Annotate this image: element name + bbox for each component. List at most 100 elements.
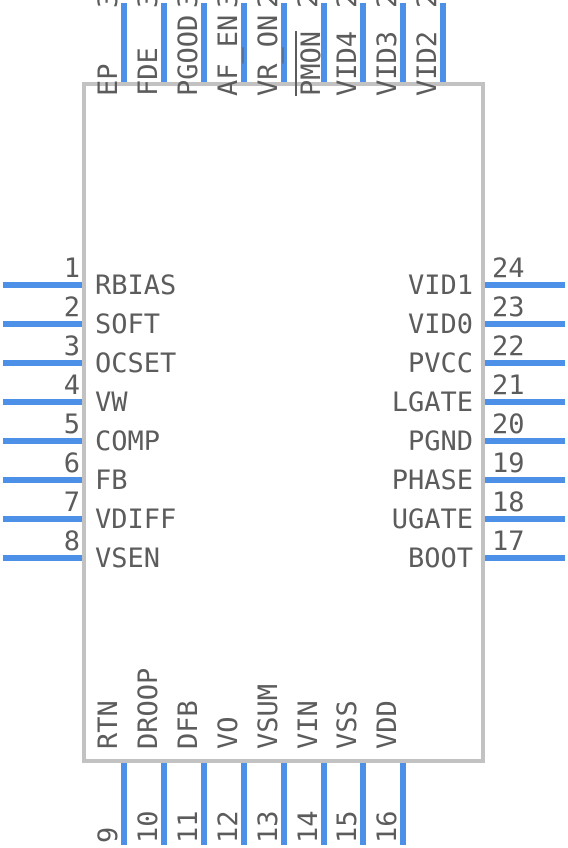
pin-number-20: 20 <box>492 409 525 440</box>
pin-label-text: PGND <box>407 426 473 457</box>
pin-name-VSEN: VSEN <box>95 545 160 572</box>
pin-name-VIN: VIN <box>292 700 324 749</box>
pin-name-VSUM: VSUM <box>252 683 284 749</box>
pin-label-text: VW <box>95 387 128 418</box>
pin-label-text: EP <box>93 63 124 96</box>
pin-label-text: PMON <box>294 30 327 96</box>
pin-label-text: VSS <box>332 700 364 749</box>
pin-name-VDD: VDD <box>372 700 404 749</box>
pin-label-text: VR_ON <box>252 14 284 96</box>
pin-name-EP: EP <box>93 63 124 96</box>
pin-number-22: 22 <box>492 331 525 362</box>
pin-number-26: 26 <box>372 0 403 8</box>
pin-number-24: 24 <box>492 253 525 284</box>
pin-label-text: FDE <box>132 47 164 96</box>
pin-number-21: 21 <box>492 370 525 401</box>
pin-name-VDIFF: VDIFF <box>95 506 176 533</box>
pin-label-text: DROOP <box>132 667 164 749</box>
pin-name-BOOT: BOOT <box>408 545 473 572</box>
pin-name-VID1: VID1 <box>408 272 473 299</box>
pin-label-text: BOOT <box>407 543 473 574</box>
pin-number-14: 14 <box>292 810 324 843</box>
pin-name-VID2: VID2 <box>412 30 444 96</box>
pin-number-31: 31 <box>173 0 204 8</box>
pin-label-text: VDD <box>372 700 404 749</box>
ic-pinout-diagram: 1 RBIAS 2 SOFT 3 OCSET 4 VW 5 COMP 6 FB 7 VDIFF 8 VSEN 1… <box>0 0 568 848</box>
pin-name-COMP: COMP <box>95 428 160 455</box>
pin-label-text: VDIFF <box>95 504 177 535</box>
pin-name-VID0: VID0 <box>408 311 473 338</box>
pin-number-16: 16 <box>372 810 404 843</box>
pin-label-text: DFB <box>172 700 204 749</box>
pin-name-VO: VO <box>212 716 244 749</box>
pin-label-text: VID3 <box>372 30 404 96</box>
pin-label-text: OCSET <box>95 348 177 379</box>
pin-number-8: 8 <box>63 526 80 557</box>
pin-label-text: PGOOD <box>172 14 204 96</box>
pin-label-text: UGATE <box>391 504 473 535</box>
pin-label-text: VSUM <box>252 683 284 749</box>
pin-number-23: 23 <box>492 292 525 323</box>
pin-number-30: 30 <box>213 0 244 8</box>
pin-label-text: SOFT <box>95 309 161 340</box>
pin-number-18: 18 <box>492 487 525 518</box>
pin-label-text: RBIAS <box>95 270 177 301</box>
pin-label-text: AF_EN <box>212 14 244 96</box>
pin-number-17: 17 <box>492 526 525 557</box>
pin-number-9: 9 <box>93 826 124 843</box>
pin-name-LGATE: LGATE <box>392 389 473 416</box>
pin-name-VR_ON: VR_ON <box>252 14 284 96</box>
pin-label-text: VSEN <box>95 543 161 574</box>
pin-label-text: PVCC <box>407 348 473 379</box>
pin-label-text: VID2 <box>412 30 444 96</box>
pin-label-text: LGATE <box>391 387 473 418</box>
pin-name-PGND: PGND <box>408 428 473 455</box>
pin-name-DFB: DFB <box>172 700 204 749</box>
pin-number-12: 12 <box>212 810 244 843</box>
pin-name-FDE: FDE <box>132 47 164 96</box>
pin-number-1: 1 <box>63 253 80 284</box>
pin-name-DROOP: DROOP <box>132 667 164 749</box>
pin-number-13: 13 <box>252 810 284 843</box>
pin-name-PMON: PMON <box>294 30 327 96</box>
pin-name-RTN: RTN <box>93 700 124 749</box>
pin-name-VID4: VID4 <box>332 30 364 96</box>
pin-number-25: 25 <box>412 0 443 8</box>
pin-label-text: VID4 <box>332 30 364 96</box>
pin-number-29: 29 <box>253 0 284 8</box>
pin-name-PVCC: PVCC <box>408 350 473 377</box>
pin-name-RBIAS: RBIAS <box>95 272 176 299</box>
pin-name-OCSET: OCSET <box>95 350 176 377</box>
pin-label-text: VID1 <box>407 270 473 301</box>
pin-label-text: PHASE <box>391 465 473 496</box>
pin-name-PHASE: PHASE <box>392 467 473 494</box>
pin-label-text: VIN <box>292 700 324 749</box>
pin-name-AF_EN: AF_EN <box>212 14 244 96</box>
pin-name-VW: VW <box>95 389 128 416</box>
pin-name-SOFT: SOFT <box>95 311 160 338</box>
pin-number-7: 7 <box>63 487 80 518</box>
pin-label-text: COMP <box>95 426 161 457</box>
pin-label-text: FB <box>95 465 128 496</box>
pin-number-11: 11 <box>172 810 204 843</box>
pin-number-15: 15 <box>332 810 364 843</box>
pin-name-FB: FB <box>95 467 128 494</box>
pin-name-PGOOD: PGOOD <box>172 14 204 96</box>
pin-number-32: 32 <box>133 0 164 8</box>
pin-number-27: 27 <box>332 0 363 8</box>
pin-name-VID3: VID3 <box>372 30 404 96</box>
pin-name-UGATE: UGATE <box>392 506 473 533</box>
pin-label-text: RTN <box>93 700 124 749</box>
pin-label-text: VO <box>212 716 244 749</box>
pin-name-VSS: VSS <box>332 700 364 749</box>
pin-number-4: 4 <box>63 370 80 401</box>
pin-number-19: 19 <box>492 448 525 479</box>
pin-number-28: 28 <box>293 0 324 8</box>
pin-label-text: VID0 <box>407 309 473 340</box>
pin-number-6: 6 <box>63 448 80 479</box>
pin-number-5: 5 <box>63 409 80 440</box>
pin-number-33: 33 <box>93 0 124 8</box>
pin-number-10: 10 <box>132 810 164 843</box>
pin-number-3: 3 <box>63 331 80 362</box>
pin-number-2: 2 <box>63 292 80 323</box>
